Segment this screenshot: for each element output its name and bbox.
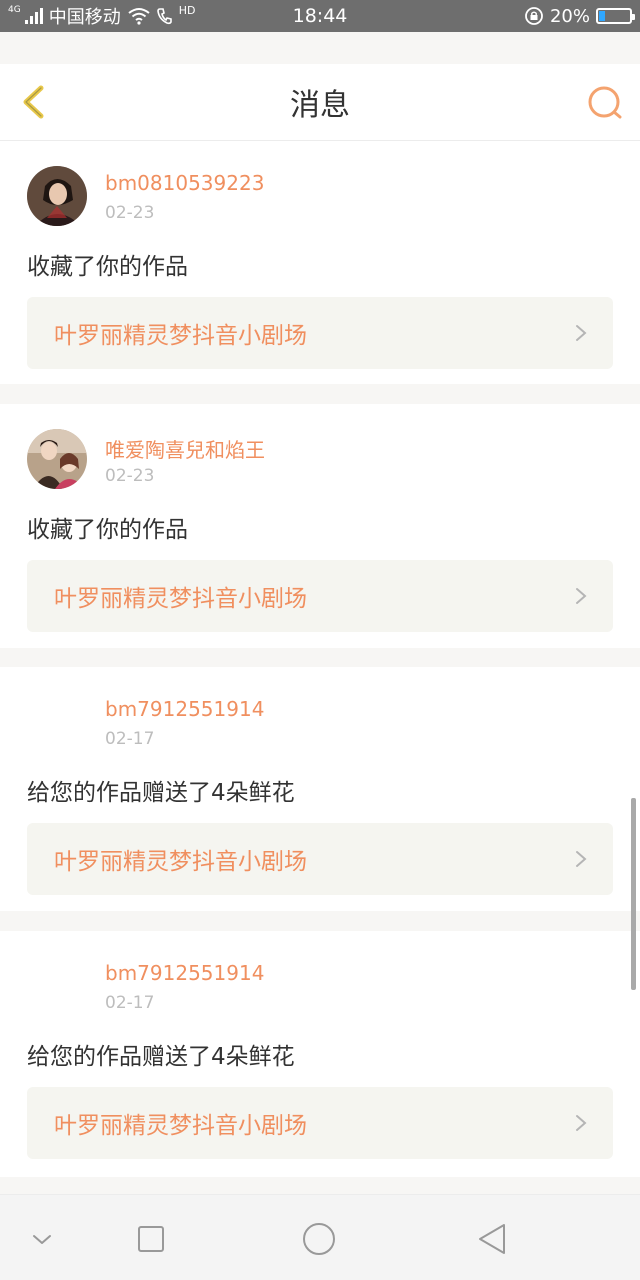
message-action: 收藏了你的作品 bbox=[27, 254, 188, 280]
username[interactable]: bm0810539223 bbox=[105, 171, 264, 195]
message-date: 02-17 bbox=[105, 993, 155, 1013]
square-icon[interactable] bbox=[133, 1221, 169, 1257]
username[interactable]: bm7912551914 bbox=[105, 961, 264, 985]
avatar-placeholder[interactable] bbox=[27, 956, 87, 1016]
rotation-lock-icon bbox=[525, 7, 543, 25]
avatar-placeholder[interactable] bbox=[27, 692, 87, 752]
status-bar: 4G 中国移动 HD 18:44 20% bbox=[0, 0, 640, 32]
chevron-right-icon bbox=[576, 588, 587, 604]
scrollbar[interactable] bbox=[631, 798, 636, 990]
status-right: 20% bbox=[524, 0, 635, 32]
message-card: 唯爱陶喜兒和焰王 02-23 收藏了你的作品 叶罗丽精灵梦抖音小剧场 bbox=[0, 404, 640, 648]
work-title: 叶罗丽精灵梦抖音小剧场 bbox=[54, 849, 307, 875]
chevron-right-icon bbox=[576, 851, 587, 867]
work-link[interactable]: 叶罗丽精灵梦抖音小剧场 bbox=[27, 1087, 613, 1159]
avatar-image bbox=[27, 166, 87, 226]
chevron-right-icon bbox=[576, 1115, 587, 1131]
username[interactable]: bm7912551914 bbox=[105, 697, 264, 721]
chevron-down-icon[interactable] bbox=[24, 1221, 60, 1257]
circle-icon[interactable] bbox=[301, 1221, 337, 1257]
screen: 4G 中国移动 HD 18:44 20% 消息 bm0810539223 02-… bbox=[0, 0, 640, 1280]
work-link[interactable]: 叶罗丽精灵梦抖音小剧场 bbox=[27, 823, 613, 895]
avatar[interactable] bbox=[27, 166, 87, 226]
work-link[interactable]: 叶罗丽精灵梦抖音小剧场 bbox=[27, 560, 613, 632]
page-title: 消息 bbox=[290, 88, 350, 123]
message-card: bm7912551914 02-17 给您的作品赠送了4朵鲜花 叶罗丽精灵梦抖音… bbox=[0, 931, 640, 1177]
message-date: 02-23 bbox=[105, 203, 155, 223]
message-card: bm0810539223 02-23 收藏了你的作品 叶罗丽精灵梦抖音小剧场 bbox=[0, 141, 640, 384]
triangle-back-icon[interactable] bbox=[474, 1221, 510, 1257]
app-header: 消息 bbox=[0, 64, 640, 141]
work-title: 叶罗丽精灵梦抖音小剧场 bbox=[54, 323, 307, 349]
username[interactable]: 唯爱陶喜兒和焰王 bbox=[105, 434, 265, 463]
system-nav-bar bbox=[0, 1194, 640, 1280]
avatar-image bbox=[27, 429, 87, 489]
battery-fill bbox=[599, 11, 605, 21]
message-date: 02-23 bbox=[105, 466, 155, 486]
work-link[interactable]: 叶罗丽精灵梦抖音小剧场 bbox=[27, 297, 613, 369]
avatar[interactable] bbox=[27, 429, 87, 489]
work-title: 叶罗丽精灵梦抖音小剧场 bbox=[54, 586, 307, 612]
battery-icon bbox=[596, 8, 635, 24]
battery-percent: 20% bbox=[549, 5, 590, 27]
chevron-right-icon bbox=[576, 325, 587, 341]
message-date: 02-17 bbox=[105, 729, 155, 749]
search-icon[interactable] bbox=[586, 84, 624, 122]
work-title: 叶罗丽精灵梦抖音小剧场 bbox=[54, 1113, 307, 1139]
message-action: 给您的作品赠送了4朵鲜花 bbox=[27, 780, 295, 806]
message-card: bm7912551914 02-17 给您的作品赠送了4朵鲜花 叶罗丽精灵梦抖音… bbox=[0, 667, 640, 911]
message-action: 收藏了你的作品 bbox=[27, 517, 188, 543]
message-action: 给您的作品赠送了4朵鲜花 bbox=[27, 1044, 295, 1070]
